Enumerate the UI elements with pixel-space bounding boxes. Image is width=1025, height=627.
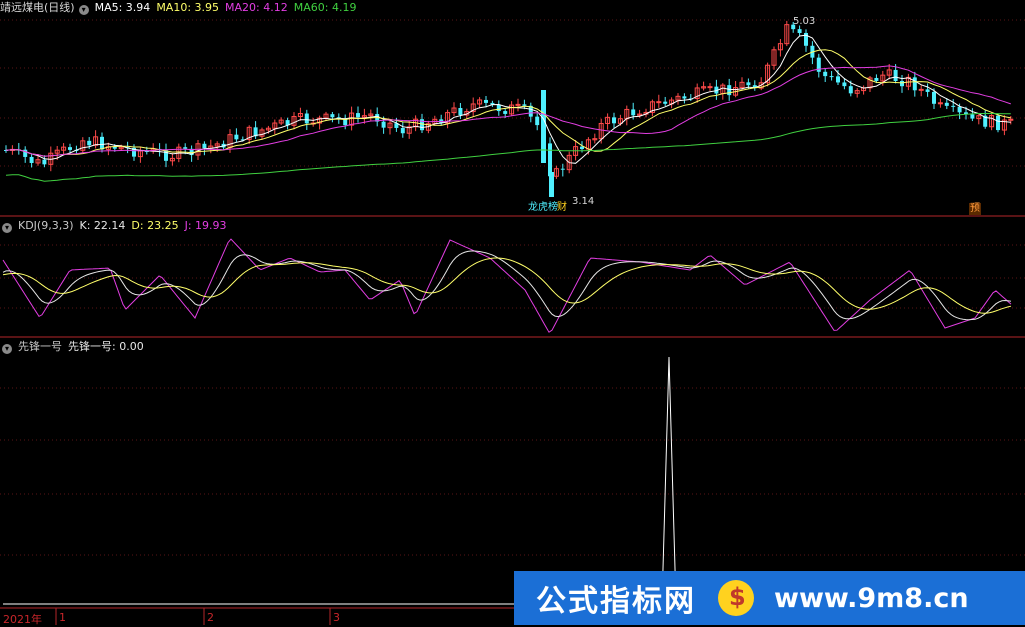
candle-body	[42, 159, 47, 165]
kdj-title: KDJ(9,3,3)	[18, 219, 74, 232]
ma60-line	[5, 113, 1011, 182]
watermark-url: www.9m8.cn	[774, 582, 969, 614]
candle-body	[925, 89, 930, 92]
kdj-j-line	[2, 238, 1012, 333]
candle-body	[234, 134, 239, 140]
indicator-panel-header: ▾ 先锋一号 先锋一号: 0.00	[0, 339, 150, 355]
candle-body	[29, 156, 34, 163]
candle-body	[918, 88, 924, 91]
ma20-line	[5, 65, 1011, 157]
candle-body	[682, 96, 687, 99]
watermark-brand: 公式指标网	[536, 584, 696, 619]
high-price-label: 5.03	[793, 16, 816, 27]
candle-body	[842, 82, 847, 87]
candle-body	[797, 29, 802, 33]
candle-body	[951, 105, 956, 107]
candle-body	[484, 99, 488, 103]
ma5-line	[5, 34, 1011, 164]
collapse-icon[interactable]: ▾	[2, 344, 12, 354]
candle-body	[304, 113, 309, 124]
candle-body	[87, 140, 92, 146]
kdj-d-value: D: 23.25	[131, 219, 179, 232]
candle-body	[656, 101, 662, 104]
finance-tag[interactable]: 财	[556, 202, 568, 214]
kdj-j-value: J: 19.93	[184, 219, 227, 232]
candle-body	[900, 80, 904, 87]
ma20-value: MA20: 4.12	[225, 1, 288, 14]
ma5-value: MA5: 3.94	[94, 1, 151, 14]
low-price-label: 3.14	[572, 196, 595, 207]
candle-body	[330, 114, 335, 118]
x-axis-month-2: 2	[207, 611, 214, 624]
candle-body	[515, 103, 521, 106]
candle-body	[535, 116, 540, 126]
candle-body	[503, 111, 508, 114]
candle-body	[548, 143, 552, 177]
ma10-value: MA10: 3.95	[156, 1, 220, 14]
main-panel-header: 靖远煤电(日线) ▾ MA5: 3.94 MA10: 3.95 MA20: 4.12 MA…	[0, 0, 362, 16]
candle-body	[944, 102, 949, 106]
coin-logo-icon	[718, 580, 754, 616]
candle-body	[957, 106, 962, 113]
candle-body	[912, 77, 917, 91]
indicator-title: 先锋一号	[18, 340, 62, 353]
ma60-value: MA60: 4.19	[293, 1, 357, 14]
candle-body	[522, 104, 527, 106]
candle-body	[356, 113, 360, 118]
kdj-k-value: K: 22.14	[79, 219, 126, 232]
candle-body	[823, 71, 828, 77]
candle-body	[100, 136, 104, 150]
candle-body	[183, 147, 188, 149]
candle-body	[496, 104, 501, 112]
candle-body	[970, 114, 975, 119]
candle-body	[848, 86, 853, 94]
candle-body	[68, 147, 72, 150]
candle-body	[631, 109, 636, 116]
candle-body	[549, 172, 554, 197]
candle-body	[381, 121, 386, 128]
x-axis-month-1: 1	[59, 611, 66, 624]
collapse-icon[interactable]: ▾	[2, 223, 12, 233]
candle-body	[663, 101, 668, 104]
forecast-tag[interactable]: 预	[969, 203, 981, 215]
rank-list-tag[interactable]: 龙虎榜	[527, 202, 559, 214]
candle-body	[202, 143, 207, 149]
candle-body	[893, 69, 898, 81]
candle-body	[746, 82, 751, 86]
x-axis-month-3: 3	[333, 611, 340, 624]
stock-chart-canvas[interactable]	[0, 0, 1025, 625]
candle-body	[560, 168, 565, 170]
candle-body	[541, 90, 546, 163]
collapse-icon[interactable]: ▾	[78, 5, 89, 15]
candle-body	[612, 117, 616, 124]
kdj-panel-header: ▾ KDJ(9,3,3) K: 22.14 D: 23.25 J: 19.93	[0, 218, 233, 234]
candle-body	[836, 76, 840, 83]
watermark-banner: 公式指标网 www.9m8.cn	[514, 571, 1025, 625]
indicator-spike-line	[3, 356, 1012, 605]
candle-body	[829, 76, 834, 78]
kdj-d-line	[2, 257, 1012, 314]
ma10-line	[5, 49, 1011, 157]
candle-body	[996, 115, 1000, 131]
stock-name: 靖远煤电(日线)	[0, 1, 75, 14]
candle-body	[458, 108, 463, 116]
candle-body	[874, 77, 879, 81]
candle-body	[727, 85, 732, 96]
candle-body	[932, 91, 936, 104]
candle-body	[400, 127, 405, 134]
indicator-value: 先锋一号: 0.00	[68, 340, 144, 353]
candle-body	[707, 86, 713, 89]
candle-body	[1008, 118, 1014, 121]
